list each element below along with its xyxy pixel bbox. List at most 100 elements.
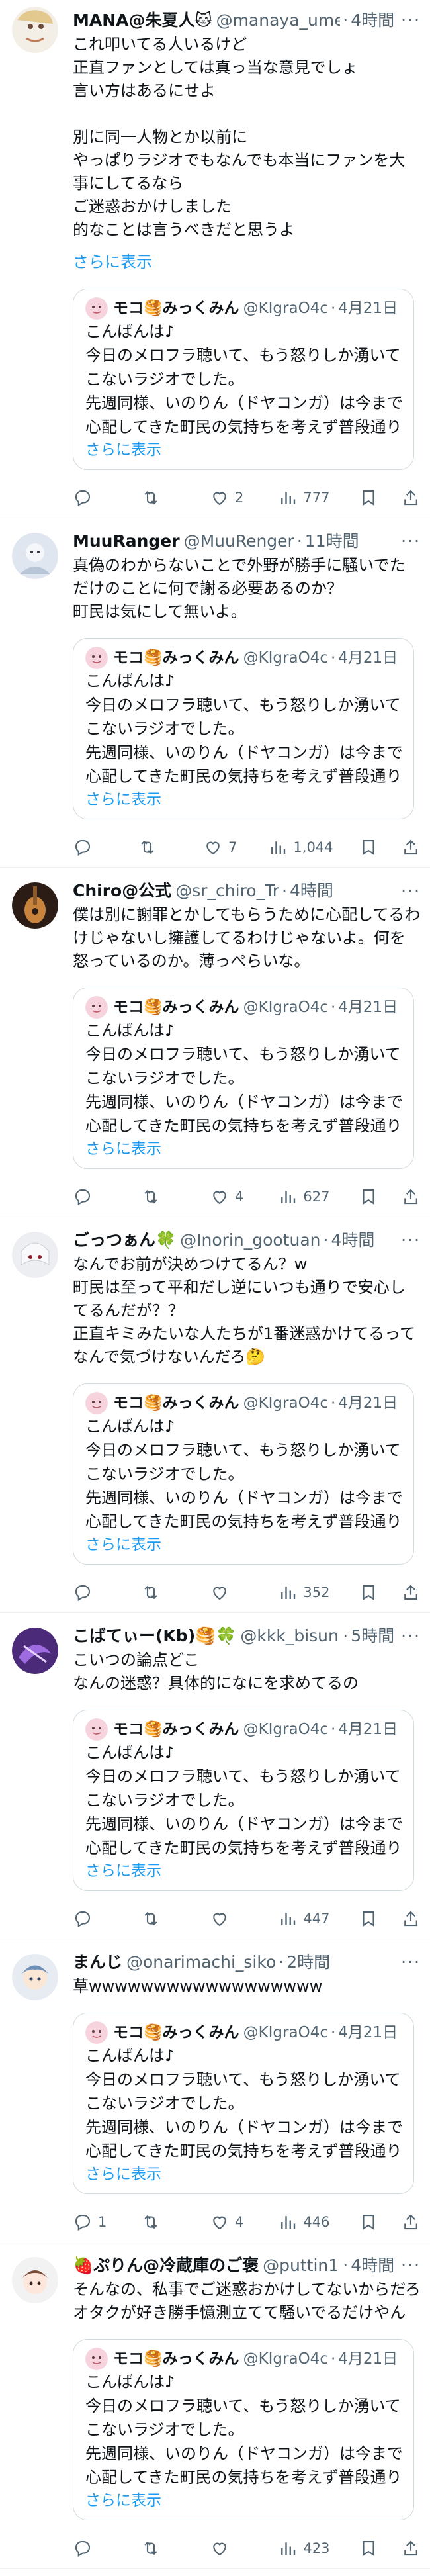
display-name[interactable]: ごっつぁん🍀 [73,1229,176,1252]
quoted-tweet[interactable]: モコ🥞みっくみん @KIgraO4c · 4月21日 こんばんは♪ 今日のメロフ… [73,1383,414,1565]
bookmark-icon[interactable] [359,2212,378,2232]
retweet-button[interactable] [141,1583,181,1602]
display-name[interactable]: MuuRanger [73,530,180,553]
tweet-time[interactable]: 11時間 [305,530,359,553]
more-icon[interactable]: ··· [394,1625,421,1647]
retweet-button[interactable] [138,837,177,857]
quoted-show-more-link[interactable]: さらに表示 [85,2163,402,2185]
quoted-show-more-link[interactable]: さらに表示 [85,788,402,811]
quoted-show-more-link[interactable]: さらに表示 [85,1534,402,1556]
display-name[interactable]: こばてぃー(Kb)🥞🍀 [73,1625,236,1647]
reply-button[interactable]: 1 [73,2212,112,2232]
display-name[interactable]: Chiro@公式 [73,880,171,902]
share-icon[interactable] [401,1187,421,1207]
like-button[interactable]: 7 [203,837,243,857]
tweet-time[interactable]: 4時間 [351,2254,394,2277]
like-button[interactable] [210,2538,249,2558]
quoted-show-more-link[interactable]: さらに表示 [85,1138,402,1160]
quoted-tweet[interactable]: モコ🥞みっくみん @KIgraO4c · 4月21日 こんばんは♪ 今日のメロフ… [73,289,414,470]
reply-tweet[interactable]: こばてぃー(Kb)🥞🍀 @kkk_bisunmy · 5時間 ··· こいつの論… [0,1613,430,1939]
reply-button[interactable] [73,837,112,857]
quoted-show-more-link[interactable]: さらに表示 [85,439,402,461]
share-icon[interactable] [401,488,421,508]
tweet-time[interactable]: 5時間 [351,1625,394,1647]
retweet-button[interactable] [141,2212,181,2232]
user-handle[interactable]: @onarimachi_siko [126,1951,276,1974]
more-icon[interactable]: ··· [394,880,421,902]
bookmark-icon[interactable] [359,1583,378,1602]
reply-tweet[interactable]: Chiro@公式 @sr_chiro_Tr · 4時間 ··· 僕は別に謝罪とか… [0,868,430,1217]
quoted-show-more-link[interactable]: さらに表示 [85,2489,402,2512]
more-icon[interactable]: ··· [394,1229,421,1252]
views-button[interactable]: 423 [278,2538,330,2558]
reply-button[interactable] [73,1909,112,1929]
reply-tweet[interactable]: MuuRanger @MuuRenger · 11時間 ··· 真偽のわからない… [0,518,430,868]
tweet-time[interactable]: 2時間 [286,1951,330,1974]
bookmark-icon[interactable] [359,1187,378,1207]
user-handle[interactable]: @Inorin_gootuan [180,1229,320,1252]
retweet-button[interactable] [141,2538,181,2558]
bookmark-icon[interactable] [359,1909,378,1929]
reply-button[interactable] [73,2538,112,2558]
views-button[interactable]: 446 [278,2212,330,2232]
avatar[interactable] [12,882,58,929]
tweet-time[interactable]: 4時間 [290,880,333,902]
like-button[interactable] [210,1583,249,1602]
avatar[interactable] [12,7,58,53]
quoted-tweet[interactable]: モコ🥞みっくみん @KIgraO4c · 4月21日 こんばんは♪ 今日のメロフ… [73,1710,414,1891]
views-button[interactable]: 352 [278,1583,330,1602]
avatar[interactable] [12,1232,58,1278]
reply-button[interactable] [73,488,112,508]
reply-tweet[interactable]: まんじ @onarimachi_siko · 2時間 ··· 草wwwwwwww… [0,1939,430,2242]
display-name[interactable]: まんじ [73,1951,122,1974]
user-handle[interactable]: @puttin112 [263,2254,340,2277]
avatar[interactable] [12,2257,58,2303]
views-button[interactable]: 777 [278,488,330,508]
more-icon[interactable]: ··· [394,530,421,553]
user-handle[interactable]: @sr_chiro_Tr [175,880,279,902]
reply-tweet[interactable]: MANA@朱夏人🐱 @manaya_umei · 4時間 ··· これ叩いてる人… [0,0,430,518]
show-more-link[interactable]: さらに表示 [73,251,421,274]
retweet-button[interactable] [141,1187,181,1207]
quoted-show-more-link[interactable]: さらに表示 [85,1860,402,1882]
reply-button[interactable] [73,1583,112,1602]
share-icon[interactable] [401,2538,421,2558]
avatar[interactable] [12,1628,58,1674]
display-name[interactable]: MANA@朱夏人🐱 [73,9,212,32]
views-button[interactable]: 627 [278,1187,330,1207]
quoted-tweet[interactable]: モコ🥞みっくみん @KIgraO4c · 4月21日 こんばんは♪ 今日のメロフ… [73,2339,414,2520]
like-button[interactable]: 4 [210,1187,249,1207]
more-icon[interactable]: ··· [394,2254,421,2277]
user-handle[interactable]: @manaya_umei [216,9,341,32]
share-icon[interactable] [401,1583,421,1602]
more-icon[interactable]: ··· [394,9,421,32]
share-icon[interactable] [401,2212,421,2232]
like-button[interactable] [210,1909,249,1929]
retweet-button[interactable] [141,1909,181,1929]
quoted-tweet[interactable]: モコ🥞みっくみん @KIgraO4c · 4月21日 こんばんは♪ 今日のメロフ… [73,988,414,1169]
like-button[interactable]: 2 [210,488,249,508]
user-handle[interactable]: @MuuRenger [184,530,294,553]
bookmark-icon[interactable] [359,837,378,857]
display-name[interactable]: 🍓ぷりん@冷蔵庫のご褒 [73,2254,259,2277]
share-icon[interactable] [401,1909,421,1929]
tweet-time[interactable]: 4時間 [331,1229,374,1252]
share-icon[interactable] [401,837,421,857]
bookmark-icon[interactable] [359,488,378,508]
avatar[interactable] [12,533,58,579]
quoted-text-line: 先週同様、いのりん（ドヤコンガ）は今まで [85,394,402,412]
reply-tweet[interactable]: 🍓ぷりん@冷蔵庫のご褒 @puttin112 · 4時間 ··· そんなの、私事… [0,2242,430,2569]
retweet-button[interactable] [141,488,181,508]
user-handle[interactable]: @kkk_bisunmy [240,1625,340,1647]
bookmark-icon[interactable] [359,2538,378,2558]
reply-tweet[interactable]: ごっつぁん🍀 @Inorin_gootuan · 4時間 ··· なんでお前が決… [0,1217,430,1613]
quoted-tweet[interactable]: モコ🥞みっくみん @KIgraO4c · 4月21日 こんばんは♪ 今日のメロフ… [73,638,414,819]
quoted-tweet[interactable]: モコ🥞みっくみん @KIgraO4c · 4月21日 こんばんは♪ 今日のメロフ… [73,2013,414,2194]
reply-button[interactable] [73,1187,112,1207]
more-icon[interactable]: ··· [394,1951,421,1974]
views-button[interactable]: 447 [278,1909,330,1929]
avatar[interactable] [12,1954,58,2000]
tweet-time[interactable]: 4時間 [351,9,394,32]
views-button[interactable]: 1,044 [268,837,333,857]
like-button[interactable]: 4 [210,2212,249,2232]
